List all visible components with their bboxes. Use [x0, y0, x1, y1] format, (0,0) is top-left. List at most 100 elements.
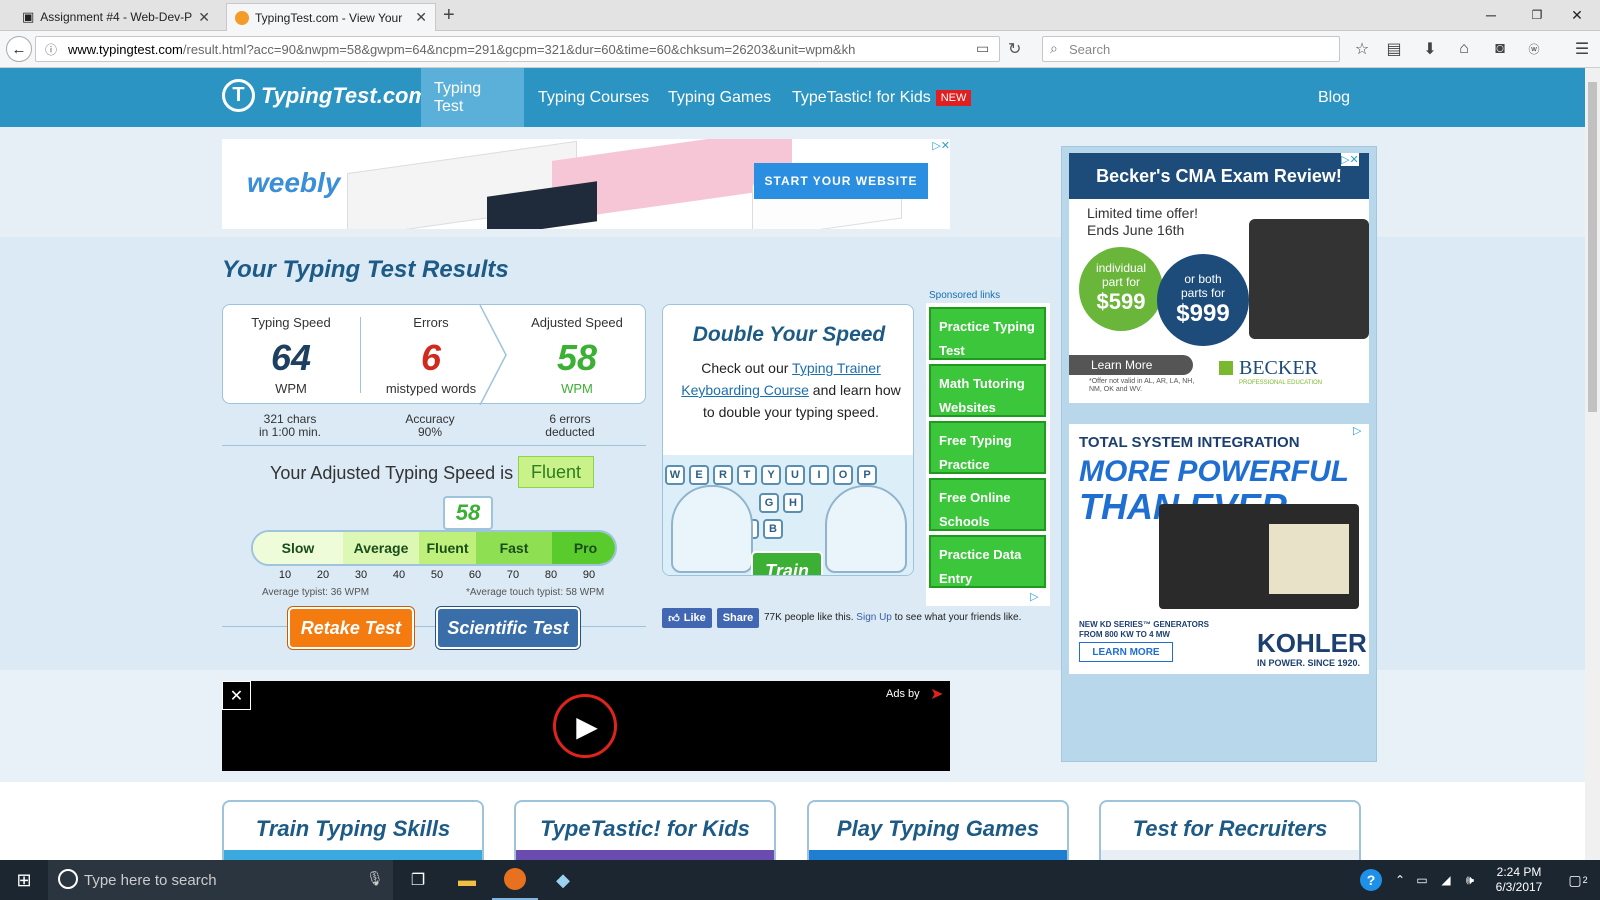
stats-panel: Typing Speed 64 WPM Errors 6 mistyped wo…	[222, 304, 646, 405]
becker-offer1: Limited time offer!	[1087, 205, 1199, 221]
keyboard-key: T	[737, 465, 757, 485]
laptop-image	[1249, 219, 1369, 339]
adchoices-icon[interactable]: ▷	[1030, 590, 1038, 603]
kohler-big1: MORE POWERFUL	[1079, 455, 1349, 488]
download-icon[interactable]: ⬇	[1418, 37, 1442, 61]
battery-icon[interactable]: ▭	[1410, 860, 1434, 900]
keyboarding-course-link[interactable]: Keyboarding Course	[681, 382, 809, 398]
nav-typing-courses[interactable]: Typing Courses	[525, 68, 662, 127]
reader-view-icon[interactable]: ▭	[976, 40, 989, 57]
becker-learn-more[interactable]: Learn More	[1069, 355, 1193, 375]
taskbar-search-placeholder: Type here to search	[84, 871, 217, 889]
scientific-test-button[interactable]: Scientific Test	[436, 607, 580, 649]
extension-icon[interactable]: ⓦ	[1522, 37, 1546, 61]
sponsored-link[interactable]: Free Online Schools	[929, 478, 1046, 531]
app-icon[interactable]: ◆	[540, 860, 586, 900]
tick-label: 60	[468, 569, 482, 581]
c2-price: $999	[1176, 300, 1230, 327]
chevron-up-icon[interactable]: ⌃	[1390, 860, 1410, 900]
tick-label: 50	[430, 569, 444, 581]
nav-typetastic[interactable]: TypeTastic! for Kids NEW	[779, 68, 984, 127]
library-icon[interactable]: ▤	[1382, 37, 1406, 61]
kohler-learn-more[interactable]: LEARN MORE	[1079, 642, 1173, 662]
sponsored-link[interactable]: Math Tutoring Websites	[929, 364, 1046, 417]
adjusted-value: 58	[556, 337, 598, 378]
window-close-icon[interactable]: ✕	[1554, 0, 1600, 30]
favicon-icon	[235, 10, 249, 25]
tab-typingtest[interactable]: TypingTest.com - View Your ✕	[226, 3, 436, 31]
back-arrow-icon[interactable]: ←	[6, 36, 32, 62]
kohler-small: NEW KD SERIES™ GENERATORS FROM 800 KW TO…	[1079, 620, 1209, 640]
search-input[interactable]: ⌕ Search	[1042, 36, 1340, 62]
scale-fast: Fast	[476, 532, 552, 564]
scrollbar-thumb[interactable]	[1588, 82, 1597, 412]
bookmark-star-icon[interactable]: ☆	[1350, 37, 1374, 61]
taskbar-search[interactable]: Type here to search 🎙︎	[48, 860, 393, 900]
page-scrollbar[interactable]	[1585, 68, 1600, 860]
sponsored-link[interactable]: Practice Typing Test	[929, 307, 1046, 360]
adjusted-is-text: Your Adjusted Typing Speed is	[270, 463, 514, 483]
tab-assignment[interactable]: ▣ Assignment #4 - Web-Dev-P ✕	[14, 3, 218, 31]
video-ad-close-button[interactable]: ✕	[222, 681, 251, 710]
double-speed-panel: Double Your Speed Check out our Typing T…	[662, 304, 914, 576]
kohler-ad[interactable]: TOTAL SYSTEM INTEGRATION MORE POWERFUL T…	[1069, 424, 1369, 674]
site-logo[interactable]: T TypingTest.com	[222, 79, 428, 112]
close-tab-icon[interactable]: ✕	[198, 9, 210, 26]
video-ad[interactable]: ✕ ▶ Ads by ➤	[222, 681, 950, 771]
fb-like-button[interactable]: 👍︎ Like	[662, 608, 712, 628]
task-view-icon[interactable]: ❐	[395, 860, 441, 900]
fb-signup-link[interactable]: Sign Up	[856, 612, 892, 623]
notification-count: 2	[1582, 875, 1588, 885]
menu-icon[interactable]: ☰	[1570, 37, 1594, 61]
train-button[interactable]: Train	[751, 551, 823, 575]
weebly-banner-ad[interactable]: weebly START YOUR WEBSITE ▷✕	[222, 139, 950, 229]
nav-typing-test[interactable]: Typing Test	[421, 68, 524, 127]
typing-trainer-link[interactable]: Typing Trainer	[792, 360, 881, 376]
firefox-icon[interactable]	[492, 860, 538, 900]
help-icon[interactable]: ?	[1356, 860, 1386, 900]
thumbs-up-icon: 👍︎	[668, 612, 680, 625]
becker-ad[interactable]: Becker's CMA Exam Review! Limited time o…	[1069, 153, 1369, 403]
new-badge: NEW	[935, 89, 972, 106]
adchoices-icon[interactable]: ▷✕	[922, 139, 950, 153]
sponsored-link[interactable]: Practice Data Entry	[929, 535, 1046, 588]
card-image	[516, 850, 774, 860]
speed-scale: Slow Average Fluent Fast Pro	[251, 530, 617, 566]
close-tab-icon[interactable]: ✕	[415, 9, 427, 26]
scale-average: Average	[343, 532, 419, 564]
sponsored-link[interactable]: Free Typing Practice	[929, 421, 1046, 474]
play-icon[interactable]: ▶	[553, 694, 617, 758]
avg-typist-note: Average typist: 36 WPM	[262, 587, 370, 598]
adjusted-unit: WPM	[561, 381, 593, 396]
adchoices-icon[interactable]: ▷✕	[1341, 153, 1359, 166]
action-center-icon[interactable]: ▢ 2	[1558, 860, 1598, 900]
card-image	[224, 850, 482, 860]
adjusted-label: Adjusted Speed	[531, 315, 623, 330]
retake-test-button[interactable]: Retake Test	[288, 607, 414, 649]
home-icon[interactable]: ⌂	[1452, 37, 1476, 61]
nav-blog[interactable]: Blog	[1305, 68, 1363, 127]
wifi-icon[interactable]: ◢	[1434, 860, 1458, 900]
ads-by-label: Ads by	[886, 688, 920, 700]
chars-stat: 321 chars in 1:00 min.	[222, 413, 358, 439]
reload-icon[interactable]: ↻	[1008, 39, 1021, 59]
ad-network-icon: ➤	[930, 686, 944, 703]
pocket-icon[interactable]: ◙	[1488, 37, 1512, 61]
microphone-icon[interactable]: 🎙︎	[366, 870, 384, 887]
book-icon: ▣	[22, 9, 35, 24]
start-website-button[interactable]: START YOUR WEBSITE	[754, 163, 928, 199]
fb-share-button[interactable]: Share	[717, 608, 759, 628]
windows-start-icon[interactable]: ⊞	[0, 860, 48, 900]
minimize-icon[interactable]: ─	[1468, 0, 1514, 30]
url-bar[interactable]: ⓘ www.typingtest.com/result.html?acc=90&…	[35, 36, 1000, 62]
kohler-small1: NEW KD SERIES™ GENERATORS	[1079, 620, 1209, 629]
adchoices-icon[interactable]: ▷	[1353, 424, 1361, 437]
volume-icon[interactable]: 🕪︎	[1458, 860, 1482, 900]
info-icon[interactable]: ⓘ	[45, 41, 57, 58]
clock[interactable]: 2:24 PM 6/3/2017	[1484, 860, 1554, 900]
keyboard-key: O	[833, 465, 853, 485]
tick-label: 20	[316, 569, 330, 581]
file-explorer-icon[interactable]: ▬	[444, 860, 490, 900]
new-tab-button[interactable]: +	[443, 4, 455, 27]
nav-typing-games[interactable]: Typing Games	[655, 68, 784, 127]
